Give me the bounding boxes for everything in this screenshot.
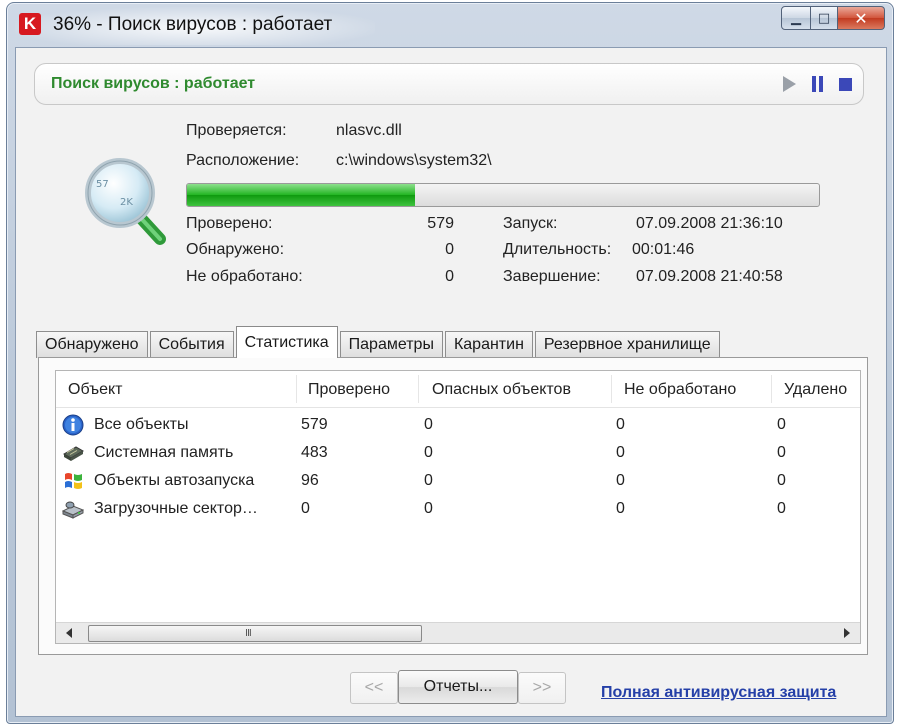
- scroll-right-icon[interactable]: [844, 628, 850, 638]
- minimize-button[interactable]: ▁: [781, 6, 811, 30]
- title-bar[interactable]: K 36% - Поиск вирусов : работает ▁ □ ✕: [7, 3, 893, 47]
- previous-button[interactable]: <<: [350, 672, 398, 704]
- column-divider[interactable]: [296, 375, 297, 403]
- next-button[interactable]: >>: [518, 672, 566, 704]
- cell-dangerous: 0: [424, 444, 433, 461]
- status-panel: Поиск вирусов : работает: [34, 63, 864, 105]
- cell-unprocessed: 0: [616, 500, 625, 517]
- magnifier-icon: 57 2K: [85, 158, 166, 245]
- detected-label: Обнаружено:: [186, 241, 285, 258]
- memory-chip-icon: [63, 446, 84, 461]
- tab-strip: Обнаружено События Статистика Параметры …: [36, 326, 722, 358]
- tab-parameters[interactable]: Параметры: [339, 331, 443, 358]
- info-icon: [62, 414, 84, 436]
- column-header-object[interactable]: Объект: [68, 381, 122, 399]
- location-value: c:\windows\system32\: [336, 152, 492, 169]
- tab-detected[interactable]: Обнаружено: [36, 331, 148, 358]
- maximize-icon: □: [817, 10, 831, 26]
- client-area: Поиск вирусов : работает 57 2K Проверяет…: [15, 47, 887, 717]
- column-header-deleted[interactable]: Удалено: [784, 381, 847, 399]
- cell-object: Объекты автозапуска: [94, 472, 255, 489]
- scroll-grip-icon: III: [245, 628, 252, 639]
- status-text: Поиск вирусов : работает: [51, 75, 256, 92]
- window-title: 36% - Поиск вирусов : работает: [53, 14, 333, 35]
- reports-button[interactable]: Отчеты...: [398, 670, 518, 704]
- tab-statistics[interactable]: Статистика: [235, 326, 338, 358]
- column-header-unprocessed[interactable]: Не обработано: [624, 381, 736, 399]
- statistics-panel: Объект Проверено Опасных объектов Не обр…: [38, 357, 868, 655]
- pause-icon[interactable]: [811, 76, 825, 92]
- cell-dangerous: 0: [424, 416, 433, 433]
- horizontal-scrollbar[interactable]: III: [56, 622, 860, 643]
- caption-buttons: ▁ □ ✕: [781, 6, 885, 30]
- checked-value: 579: [427, 215, 454, 232]
- close-button[interactable]: ✕: [838, 6, 885, 30]
- full-protection-link[interactable]: Полная антивирусная защита: [601, 684, 836, 702]
- close-icon: ✕: [854, 8, 868, 28]
- location-label: Расположение:: [186, 152, 300, 169]
- cell-checked: 96: [301, 472, 319, 489]
- table-row[interactable]: Загрузочные сектор… 0 0 0 0: [56, 495, 860, 523]
- cell-checked: 579: [301, 416, 328, 433]
- cell-object: Системная память: [94, 444, 234, 461]
- table-row[interactable]: Все объекты 579 0 0 0: [56, 411, 860, 439]
- app-window: K 36% - Поиск вирусов : работает ▁ □ ✕ П…: [6, 2, 894, 724]
- cell-deleted: 0: [777, 416, 786, 433]
- scroll-left-icon[interactable]: [66, 628, 72, 638]
- table-header: Объект Проверено Опасных объектов Не обр…: [56, 371, 860, 408]
- cell-deleted: 0: [777, 472, 786, 489]
- duration-value: 00:01:46: [632, 241, 695, 258]
- column-divider[interactable]: [611, 375, 612, 403]
- checking-value: nlasvc.dll: [336, 122, 402, 139]
- column-header-dangerous[interactable]: Опасных объектов: [432, 381, 571, 399]
- start-label: Запуск:: [503, 215, 558, 232]
- tab-backup-storage[interactable]: Резервное хранилище: [534, 331, 720, 358]
- cell-deleted: 0: [777, 444, 786, 461]
- disk-drive-icon: [62, 501, 84, 519]
- start-value: 07.09.2008 21:36:10: [636, 215, 783, 232]
- table-row[interactable]: Объекты автозапуска 96 0 0 0: [56, 467, 860, 495]
- cell-object: Все объекты: [94, 416, 189, 433]
- tab-quarantine[interactable]: Карантин: [444, 331, 533, 358]
- column-header-checked[interactable]: Проверено: [308, 381, 390, 399]
- tab-events[interactable]: События: [149, 331, 234, 358]
- statistics-table: Объект Проверено Опасных объектов Не обр…: [55, 370, 861, 644]
- windows-logo-icon: [65, 473, 82, 489]
- table-row[interactable]: Системная память 483 0 0 0: [56, 439, 860, 467]
- scan-progress-bar: [186, 183, 820, 207]
- cell-unprocessed: 0: [616, 472, 625, 489]
- progress-fill: [187, 184, 415, 206]
- cell-object: Загрузочные сектор…: [94, 500, 258, 517]
- unprocessed-label: Не обработано:: [186, 268, 303, 285]
- duration-label: Длительность:: [503, 241, 612, 258]
- minimize-icon: ▁: [791, 10, 801, 26]
- svg-text:57: 57: [96, 179, 109, 190]
- checking-label: Проверяется:: [186, 122, 287, 139]
- unprocessed-value: 0: [445, 268, 454, 285]
- cell-checked: 0: [301, 500, 310, 517]
- cell-checked: 483: [301, 444, 328, 461]
- cell-dangerous: 0: [424, 472, 433, 489]
- stop-icon[interactable]: [839, 78, 852, 91]
- maximize-button[interactable]: □: [811, 6, 838, 30]
- detected-value: 0: [445, 241, 454, 258]
- kaspersky-logo-icon: K: [19, 13, 41, 35]
- play-icon[interactable]: [783, 76, 796, 92]
- cell-dangerous: 0: [424, 500, 433, 517]
- cell-unprocessed: 0: [616, 416, 625, 433]
- svg-text:2K: 2K: [120, 197, 133, 208]
- checked-label: Проверено:: [186, 215, 273, 232]
- column-divider[interactable]: [418, 375, 419, 403]
- cell-unprocessed: 0: [616, 444, 625, 461]
- end-label: Завершение:: [503, 268, 601, 285]
- end-value: 07.09.2008 21:40:58: [636, 268, 783, 285]
- cell-deleted: 0: [777, 500, 786, 517]
- column-divider[interactable]: [771, 375, 772, 403]
- scroll-thumb[interactable]: III: [88, 625, 422, 642]
